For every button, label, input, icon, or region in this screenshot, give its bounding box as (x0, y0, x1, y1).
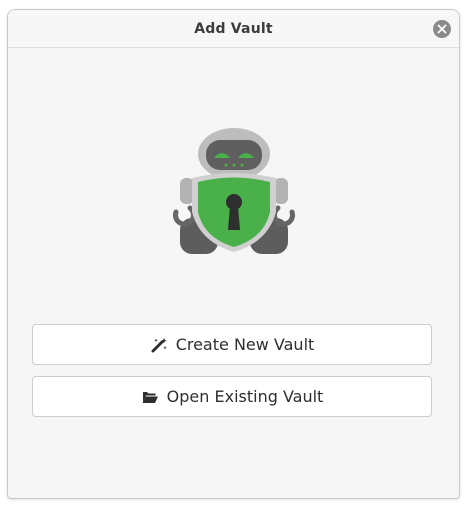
create-new-vault-label: Create New Vault (175, 335, 315, 354)
open-existing-vault-button[interactable]: Open Existing Vault (32, 376, 432, 417)
create-new-vault-button[interactable]: Create New Vault (32, 324, 432, 365)
cryptomator-robot-logo (172, 128, 296, 254)
close-icon (437, 24, 447, 34)
folder-open-icon (141, 389, 159, 405)
close-button[interactable] (433, 20, 451, 38)
titlebar: Add Vault (8, 10, 459, 48)
dialog-title: Add Vault (194, 20, 273, 37)
magic-wand-icon (150, 337, 168, 353)
add-vault-dialog: Add Vault Create New Vault Open Existing… (7, 9, 460, 499)
open-existing-vault-label: Open Existing Vault (166, 387, 324, 406)
